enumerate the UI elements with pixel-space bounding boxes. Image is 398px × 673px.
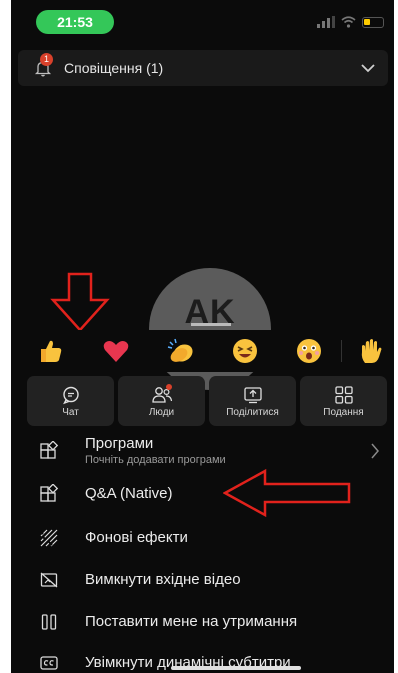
bell-icon: 1	[34, 53, 53, 77]
status-icons	[317, 14, 384, 30]
qa-app-icon	[40, 484, 59, 502]
background-effects-label: Фонові ефекти	[85, 529, 188, 546]
notification-label: Сповіщення (1)	[64, 60, 164, 76]
status-bar: 21:53	[11, 0, 394, 44]
video-off-icon	[40, 572, 58, 588]
view-label: Подання	[323, 406, 364, 418]
view-button[interactable]: Подання	[300, 376, 387, 426]
qa-label: Q&A (Native)	[85, 485, 173, 502]
people-indicator-dot	[166, 384, 172, 390]
menu-item-background-effects[interactable]: Фонові ефекти	[11, 522, 394, 554]
laughing-face-icon[interactable]	[230, 336, 260, 366]
chevron-down-icon[interactable]	[358, 58, 378, 78]
apps-sublabel: Почніть додавати програми	[85, 454, 226, 466]
wifi-icon	[341, 16, 356, 28]
status-time[interactable]: 21:53	[36, 10, 114, 34]
home-indicator[interactable]	[171, 666, 301, 670]
apps-label: Програми	[85, 435, 154, 452]
annotation-arrow-down	[50, 272, 110, 332]
video-off-label: Вимкнути вхідне відео	[85, 571, 241, 588]
hold-label: Поставити мене на утримання	[85, 613, 298, 630]
reactions-bar	[11, 330, 394, 372]
share-label: Поділитися	[226, 406, 279, 418]
signal-icon	[317, 16, 335, 28]
view-icon	[334, 385, 353, 404]
share-button[interactable]: Поділитися	[209, 376, 296, 426]
chevron-right-icon	[371, 443, 379, 459]
annotation-arrow-left	[223, 468, 351, 518]
people-label: Люди	[148, 406, 175, 418]
raised-hand-icon[interactable]	[356, 336, 386, 366]
background-effects-icon	[40, 529, 58, 547]
clapping-hands-icon[interactable]	[166, 336, 196, 366]
share-icon	[243, 386, 262, 403]
menu-item-turn-off-incoming-video[interactable]: Вимкнути вхідне відео	[11, 564, 394, 596]
captions-icon	[40, 656, 58, 670]
chat-icon	[62, 386, 79, 404]
surprised-face-icon[interactable]	[294, 336, 324, 366]
chat-button[interactable]: Чат	[27, 376, 114, 426]
thumbs-up-icon[interactable]	[35, 336, 65, 366]
phone-screen: 21:53 1 Сповіщення (1) AK Чат Люди Поділ…	[11, 0, 394, 673]
battery-icon	[362, 16, 384, 28]
pause-icon	[41, 614, 57, 630]
notification-bar[interactable]: 1 Сповіщення (1)	[18, 50, 388, 86]
reactions-divider	[341, 340, 342, 362]
avatar-initials: AK	[184, 293, 236, 331]
people-button[interactable]: Люди	[118, 376, 205, 426]
chat-label: Чат	[62, 406, 79, 418]
meeting-toolbar: Чат Люди Поділитися Подання	[27, 376, 387, 426]
heart-icon[interactable]	[101, 336, 131, 366]
apps-icon	[40, 441, 59, 459]
notification-badge: 1	[40, 53, 53, 66]
avatar-underline	[191, 323, 231, 326]
menu-item-put-me-on-hold[interactable]: Поставити мене на утримання	[11, 606, 394, 638]
